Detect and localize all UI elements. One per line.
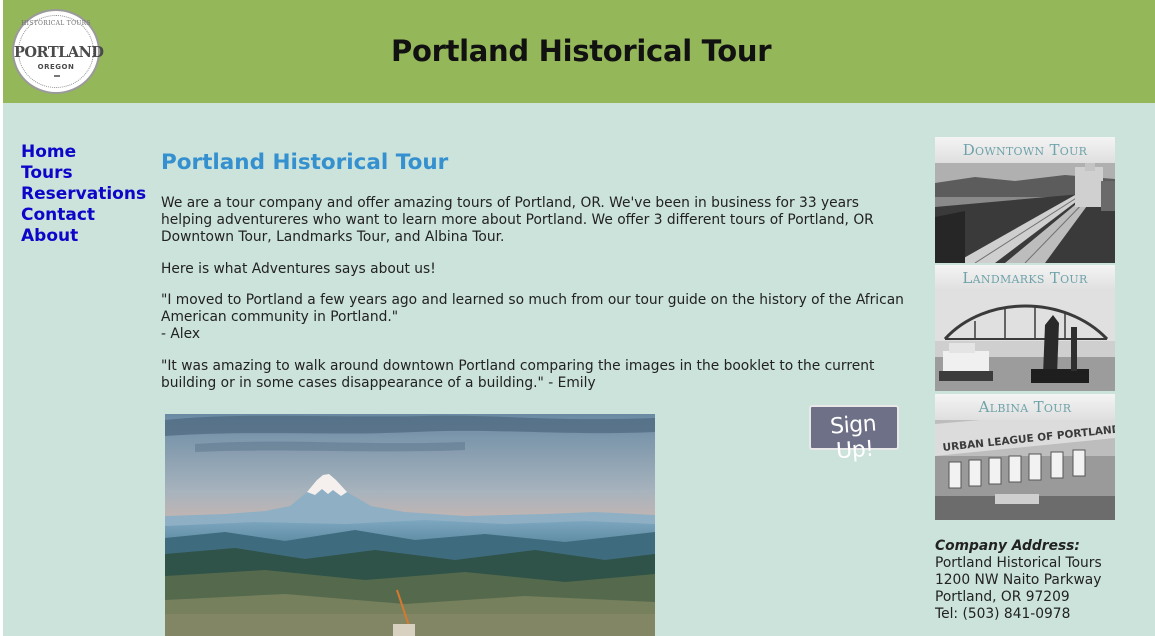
page: HISTORICAL TOURS PORTLAND OREGON Portlan… [3, 0, 1155, 636]
sign-up-button[interactable]: Sign Up! [809, 405, 899, 464]
review-alex-author: - Alex [161, 326, 201, 342]
logo-main-text: PORTLAND [14, 44, 104, 61]
address-company: Portland Historical Tours [935, 555, 1102, 571]
landmarks-tour-card[interactable]: Landmarks Tour [935, 265, 1115, 391]
albina-tour-label: Albina Tour [978, 398, 1072, 416]
mount-hood-photo [165, 414, 655, 636]
review-alex: "I moved to Portland a few years ago and… [161, 292, 906, 343]
address-heading: Company Address: [935, 538, 1080, 554]
address-phone[interactable]: Tel: (503) 841-0978 [935, 606, 1102, 623]
nav-home[interactable]: Home [21, 142, 146, 163]
main-nav: Home Tours Reservations Contact About [21, 142, 146, 247]
nav-about[interactable]: About [21, 226, 146, 247]
review-emily: "It was amazing to walk around downtown … [161, 358, 875, 391]
logo-mark-icon [54, 75, 60, 79]
sign-up-label: Sign Up! [829, 411, 877, 465]
intro-paragraph: We are a tour company and offer amazing … [161, 195, 874, 245]
site-title: Portland Historical Tour [391, 34, 772, 68]
site-header: HISTORICAL TOURS PORTLAND OREGON Portlan… [3, 0, 1155, 103]
downtown-tour-card[interactable]: Downtown Tour [935, 137, 1115, 263]
address-street: 1200 NW Naito Parkway [935, 572, 1102, 588]
downtown-tour-label: Downtown Tour [962, 141, 1088, 159]
nav-contact[interactable]: Contact [21, 205, 146, 226]
nav-tours[interactable]: Tours [21, 163, 146, 184]
landmarks-tour-label: Landmarks Tour [962, 269, 1088, 287]
portland-logo[interactable]: HISTORICAL TOURS PORTLAND OREGON [12, 9, 104, 94]
main-content: Portland Historical Tour We are a tour c… [161, 150, 906, 391]
page-heading: Portland Historical Tour [161, 150, 449, 175]
logo-sub-text: OREGON [37, 63, 75, 71]
albina-tour-card[interactable]: URBAN LEAGUE OF PORTLAND Albina Tour [935, 394, 1115, 520]
logo-arc-text: HISTORICAL TOURS [21, 20, 91, 27]
review-alex-quote: "I moved to Portland a few years ago and… [161, 292, 904, 325]
address-city: Portland, OR 97209 [935, 589, 1070, 605]
reviews-intro: Here is what Adventures says about us! [161, 261, 436, 277]
company-address: Company Address: Portland Historical Tou… [935, 538, 1102, 623]
nav-reservations[interactable]: Reservations [21, 184, 146, 205]
